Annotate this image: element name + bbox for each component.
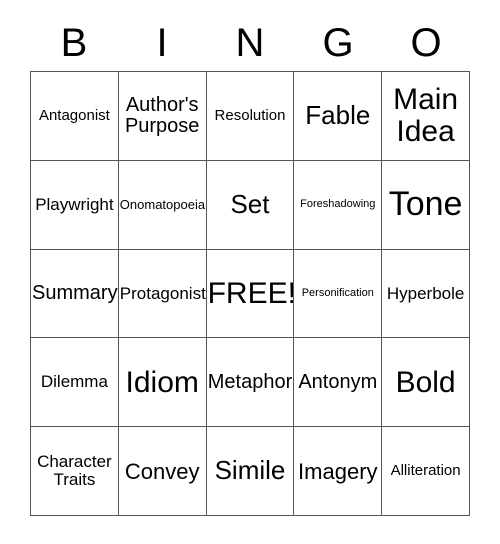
bingo-cell[interactable]: Alliteration bbox=[382, 427, 470, 516]
bingo-cell-label: Playwright bbox=[35, 194, 114, 214]
bingo-cell-label: Dilemma bbox=[40, 372, 108, 392]
bingo-cell[interactable]: Set bbox=[206, 160, 295, 250]
bingo-header-letter-g: G bbox=[322, 20, 354, 65]
bingo-cell[interactable]: Playwright bbox=[31, 160, 119, 250]
bingo-cell[interactable]: Summary bbox=[31, 249, 119, 339]
bingo-header-row: B I N G O bbox=[30, 14, 470, 71]
bingo-cell[interactable]: Onomatopoeia bbox=[118, 160, 207, 250]
bingo-cell[interactable]: Convey bbox=[118, 427, 207, 516]
bingo-cell-label: Resolution bbox=[214, 107, 286, 125]
bingo-cell-label: Set bbox=[230, 189, 270, 220]
bingo-cell-label: Personification bbox=[301, 286, 374, 299]
bingo-cell-label: Character Traits bbox=[37, 452, 112, 490]
bingo-cell-label: Alliteration bbox=[390, 462, 461, 480]
bingo-cell[interactable]: Resolution bbox=[206, 72, 295, 161]
bingo-header-letter-i: I bbox=[156, 20, 168, 65]
bingo-cell-label: Antagonist bbox=[38, 107, 110, 125]
bingo-cell-label: Antonym bbox=[298, 370, 378, 393]
bingo-cell[interactable]: Character Traits bbox=[31, 427, 119, 516]
bingo-cell-label: Metaphor bbox=[207, 370, 293, 393]
bingo-cell[interactable]: Antonym bbox=[294, 338, 383, 428]
bingo-cell-label: Tone bbox=[388, 184, 463, 223]
bingo-cell-label: Fable bbox=[305, 100, 371, 131]
bingo-card: B I N G O Antagonist Author's Purpose Reso… bbox=[0, 0, 500, 544]
bingo-cell[interactable]: Author's Purpose bbox=[118, 72, 207, 161]
bingo-header-letter-b: B bbox=[60, 20, 88, 65]
bingo-cell-label: Hyperbole bbox=[386, 283, 465, 303]
bingo-cell[interactable]: Imagery bbox=[294, 427, 383, 516]
bingo-cell-label: Idiom bbox=[125, 365, 199, 399]
bingo-cell[interactable]: Protagonist bbox=[118, 249, 207, 339]
bingo-cell-label: Foreshadowing bbox=[300, 197, 376, 210]
bingo-cell[interactable]: Tone bbox=[382, 160, 470, 250]
bingo-cell-label: Summary bbox=[32, 281, 118, 304]
bingo-cell-label: Imagery bbox=[298, 458, 378, 484]
bingo-cell[interactable]: Bold bbox=[382, 338, 470, 428]
bingo-cell[interactable]: Hyperbole bbox=[382, 249, 470, 339]
bingo-header-letter-o: O bbox=[410, 20, 442, 65]
bingo-cell[interactable]: Antagonist bbox=[31, 72, 119, 161]
bingo-cell-label: Protagonist bbox=[119, 283, 206, 303]
bingo-cell[interactable]: Foreshadowing bbox=[294, 160, 383, 250]
bingo-cell[interactable]: Dilemma bbox=[31, 338, 119, 428]
bingo-cell[interactable]: Personification bbox=[294, 249, 383, 339]
bingo-cell-label: Main Idea bbox=[393, 83, 459, 148]
bingo-cell[interactable]: Simile bbox=[206, 427, 295, 516]
bingo-header-letter-n: N bbox=[235, 20, 265, 65]
bingo-cell-label: FREE! bbox=[207, 276, 295, 310]
bingo-cell-label: Convey bbox=[124, 458, 200, 484]
bingo-grid: Antagonist Author's Purpose Resolution Fabl… bbox=[30, 71, 470, 516]
bingo-cell[interactable]: Fable bbox=[294, 72, 383, 161]
bingo-cell[interactable]: Metaphor bbox=[206, 338, 295, 428]
bingo-cell-label: Onomatopoeia bbox=[119, 196, 206, 212]
bingo-cell[interactable]: Main Idea bbox=[382, 72, 470, 161]
bingo-cell-label: Bold bbox=[395, 365, 456, 399]
bingo-cell-label: Author's Purpose bbox=[124, 93, 200, 137]
bingo-cell[interactable]: Idiom bbox=[118, 338, 207, 428]
bingo-cell-label: Simile bbox=[214, 455, 286, 486]
bingo-free-space[interactable]: FREE! bbox=[206, 249, 295, 339]
